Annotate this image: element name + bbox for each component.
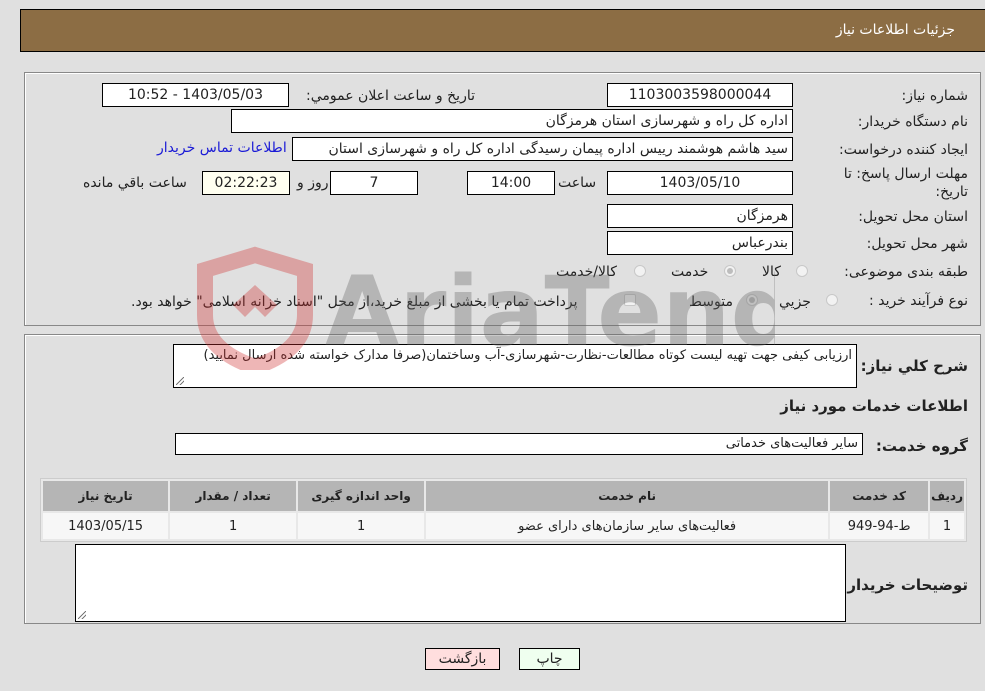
services-section-title: اطلاعات خدمات مورد نیاز (780, 397, 968, 415)
table-row: 1 ط-94-949 فعالیت‌های سایر سازمان‌های دا… (43, 513, 964, 539)
days-label: روز و (297, 175, 329, 191)
purchase-minor-label: جزیي (779, 294, 811, 310)
page-title: جزئیات اطلاعات نیاز (835, 22, 955, 38)
deadline-date-field: 1403/05/10 (607, 171, 793, 195)
category-service-radio[interactable] (724, 265, 736, 277)
cell-unit: 1 (298, 513, 425, 539)
category-goods-label: کالا (762, 264, 781, 280)
delivery-province-field: هرمزگان (607, 204, 793, 228)
col-header-need-date: تاریخ نیاز (43, 481, 169, 511)
category-label: طبقه بندی موضوعی: (844, 264, 968, 280)
col-header-service-code: کد خدمت (830, 481, 929, 511)
cell-service-code: ط-94-949 (830, 513, 929, 539)
category-goods-service-label: کالا/خدمت (556, 264, 617, 280)
service-group-label: گروه خدمت: (875, 437, 968, 455)
need-number-label: شماره نیاز: (901, 88, 969, 104)
purchase-minor-radio[interactable] (826, 294, 838, 306)
days-remaining-field: 7 (330, 171, 418, 195)
delivery-province-label: استان محل تحویل: (858, 209, 968, 225)
category-service-label: خدمت (671, 264, 709, 280)
services-table: ردیف کد خدمت نام خدمت واحد اندازه گیری ت… (40, 478, 967, 542)
buyer-notes-textarea[interactable] (75, 544, 846, 622)
delivery-city-field: بندرعباس (607, 231, 793, 255)
treasury-bonds-checkbox[interactable] (624, 294, 636, 306)
page-header: جزئیات اطلاعات نیاز (20, 9, 985, 52)
print-button[interactable]: چاپ (519, 648, 580, 670)
deadline-time-field: 14:00 (467, 171, 555, 195)
time-remaining-field: 02:22:23 (202, 171, 290, 195)
announce-datetime-field: 1403/05/03 - 10:52 (102, 83, 289, 107)
purchase-medium-radio[interactable] (746, 294, 758, 306)
description-textarea[interactable]: ارزیابی کیفی جهت تهیه لیست کوتاه مطالعات… (173, 344, 857, 388)
cell-quantity: 1 (170, 513, 297, 539)
requester-field: سید هاشم هوشمند رییس اداره پیمان رسیدگی … (292, 137, 793, 161)
requester-label: ایجاد کننده درخواست: (839, 142, 968, 158)
time-remaining-label: ساعت باقي مانده (83, 175, 187, 191)
deadline-time-label: ساعت (558, 175, 597, 191)
need-number-field: 1103003598000044 (607, 83, 793, 107)
col-header-row-number: ردیف (930, 481, 964, 511)
delivery-city-label: شهر محل تحویل: (866, 236, 968, 252)
description-text: ارزیابی کیفی جهت تهیه لیست کوتاه مطالعات… (203, 348, 853, 363)
treasury-bonds-label: پرداخت تمام یا بخشی از مبلغ خرید،از محل … (131, 294, 578, 310)
announce-datetime-label: تاریخ و ساعت اعلان عمومي: (306, 88, 475, 104)
table-header-row: ردیف کد خدمت نام خدمت واحد اندازه گیری ت… (43, 481, 964, 511)
col-header-service-name: نام خدمت (426, 481, 829, 511)
resize-handle-icon[interactable] (176, 377, 184, 385)
deadline-label: مهلت ارسال پاسخ: تا تاریخ: (843, 166, 968, 200)
service-group-field: سایر فعالیت‌های خدماتی (175, 433, 863, 455)
cell-need-date: 1403/05/15 (43, 513, 169, 539)
cell-row-number: 1 (930, 513, 964, 539)
buyer-org-field: اداره کل راه و شهرسازی استان هرمزگان (231, 109, 793, 133)
category-goods-service-radio[interactable] (634, 265, 646, 277)
col-header-unit: واحد اندازه گیری (298, 481, 425, 511)
col-header-quantity: تعداد / مقدار (170, 481, 297, 511)
cell-service-name: فعالیت‌های سایر سازمان‌های دارای عضو (426, 513, 829, 539)
category-goods-radio[interactable] (796, 265, 808, 277)
back-button[interactable]: بازگشت (425, 648, 500, 670)
purchase-type-label: نوع فرآیند خرید : (869, 293, 968, 309)
buyer-contact-link[interactable]: اطلاعات تماس خریدار (157, 140, 287, 156)
purchase-medium-label: متوسط (689, 294, 733, 310)
resize-handle-icon[interactable] (78, 611, 86, 619)
buyer-notes-label: توضیحات خریدار: (841, 576, 968, 594)
description-label: شرح کلي نیاز: (860, 357, 968, 375)
buyer-org-label: نام دستگاه خریدار: (857, 114, 968, 130)
